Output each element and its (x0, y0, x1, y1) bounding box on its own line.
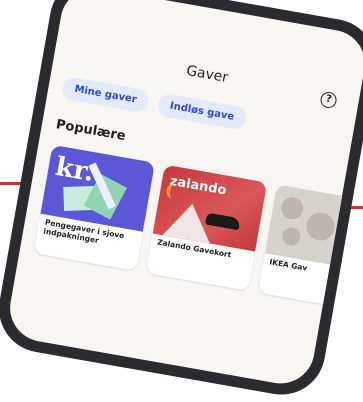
phone-device: Gaver ? Mine gaver Indløs gave Populære … (0, 0, 363, 402)
zalando-logo: zalando (165, 174, 228, 200)
phone-screen: Gaver ? Mine gaver Indløs gave Populære … (4, 0, 363, 389)
gift-card-pengegaver[interactable]: kr. Pengegaver i sjove indpakninger (33, 144, 155, 272)
gift-card-ikea[interactable]: IKEA Gav (258, 184, 363, 311)
card-image-kr: kr. (40, 144, 155, 232)
card-list: kr. Pengegaver i sjove indpakninger zala… (33, 144, 363, 311)
plate-shape (304, 210, 337, 243)
tab-indlos-gave[interactable]: Indløs gave (156, 92, 248, 131)
tab-mine-gaver[interactable]: Mine gaver (60, 75, 151, 114)
plate-shape (280, 226, 302, 247)
card-image-zalando: zalando (152, 164, 268, 252)
section-title: Populære (54, 117, 127, 145)
gift-card-zalando[interactable]: zalando Zalando Gavekort (145, 164, 268, 291)
plate-shape (279, 195, 305, 222)
